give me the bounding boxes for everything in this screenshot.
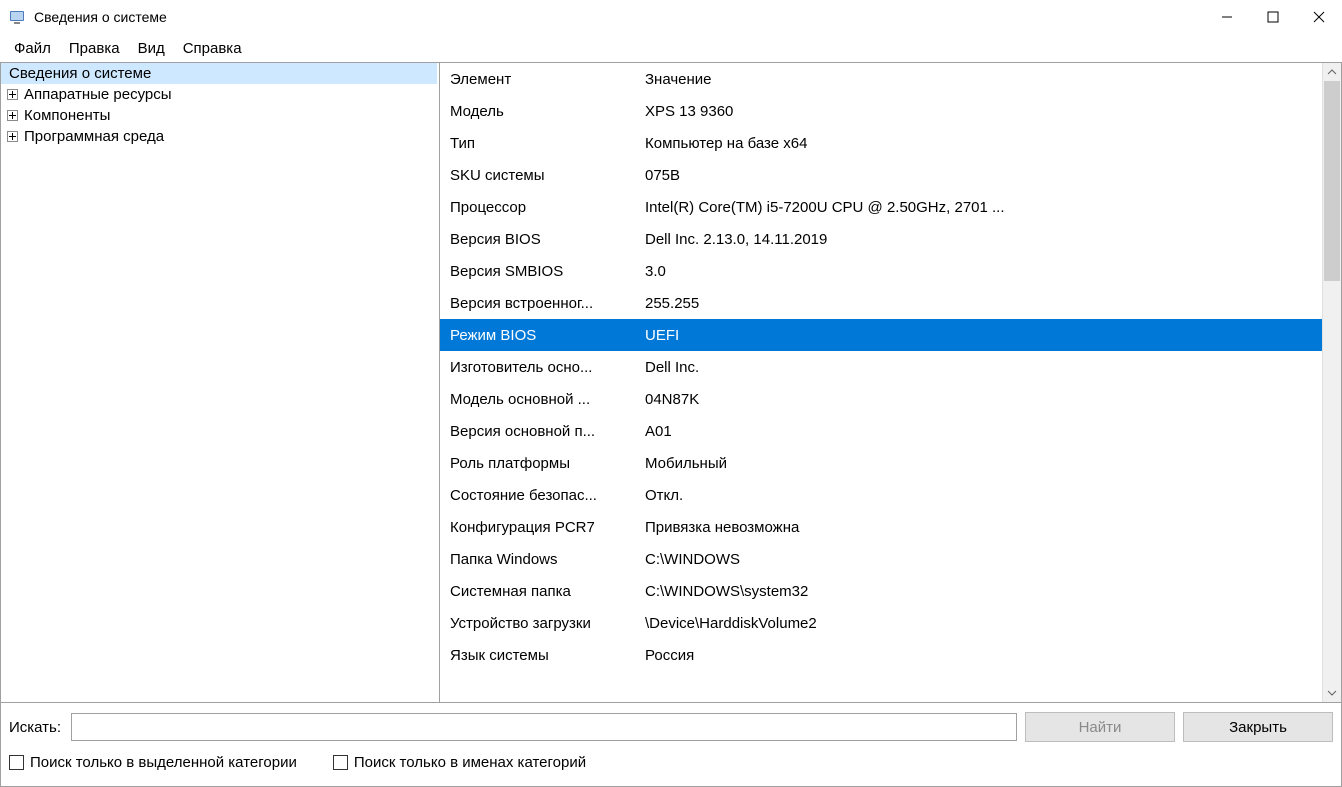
maximize-button[interactable]: [1250, 0, 1296, 34]
column-header[interactable]: Элемент Значение: [440, 63, 1322, 95]
cell-element: Версия BIOS: [450, 231, 645, 248]
list-row[interactable]: Язык системыРоссия: [440, 639, 1322, 671]
menubar: Файл Правка Вид Справка: [0, 34, 1342, 62]
menu-help[interactable]: Справка: [175, 37, 250, 60]
tree-item[interactable]: Аппаратные ресурсы: [1, 84, 439, 105]
menu-file[interactable]: Файл: [6, 37, 59, 60]
category-tree[interactable]: Сведения о системе Аппаратные ресурсы Ком…: [0, 63, 440, 703]
cell-element: Модель основной ...: [450, 391, 645, 408]
list-row[interactable]: Режим BIOSUEFI: [440, 319, 1322, 351]
tree-item[interactable]: Компоненты: [1, 105, 439, 126]
cell-element: Конфигурация PCR7: [450, 519, 645, 536]
list-row[interactable]: Конфигурация PCR7Привязка невозможна: [440, 511, 1322, 543]
cell-element: Устройство загрузки: [450, 615, 645, 632]
menu-view[interactable]: Вид: [130, 37, 173, 60]
search-label: Искать:: [9, 719, 61, 736]
titlebar[interactable]: Сведения о системе: [0, 0, 1342, 34]
list-row[interactable]: Модель основной ...04N87K: [440, 383, 1322, 415]
cell-value: 255.255: [645, 295, 1322, 312]
close-search-button[interactable]: Закрыть: [1183, 712, 1333, 742]
search-input[interactable]: [71, 713, 1017, 741]
tree-item-label: Компоненты: [24, 107, 110, 124]
expand-icon[interactable]: [7, 110, 18, 121]
app-icon: [8, 8, 26, 26]
list-row[interactable]: Версия SMBIOS3.0: [440, 255, 1322, 287]
cell-element: Процессор: [450, 199, 645, 216]
menu-edit[interactable]: Правка: [61, 37, 128, 60]
minimize-button[interactable]: [1204, 0, 1250, 34]
scroll-down-icon[interactable]: [1323, 684, 1341, 702]
scroll-thumb[interactable]: [1324, 81, 1340, 281]
scroll-up-icon[interactable]: [1323, 63, 1341, 81]
cell-element: Папка Windows: [450, 551, 645, 568]
cell-value: \Device\HarddiskVolume2: [645, 615, 1322, 632]
cell-value: Компьютер на базе x64: [645, 135, 1322, 152]
list-row[interactable]: Версия BIOSDell Inc. 2.13.0, 14.11.2019: [440, 223, 1322, 255]
cell-element: Тип: [450, 135, 645, 152]
cell-value: C:\WINDOWS\system32: [645, 583, 1322, 600]
list-row[interactable]: Версия основной п...A01: [440, 415, 1322, 447]
search-panel: Искать: Найти Закрыть Поиск только в выд…: [0, 703, 1342, 787]
checkbox-category-names[interactable]: Поиск только в именах категорий: [333, 754, 586, 771]
content-area: Сведения о системе Аппаратные ресурсы Ком…: [0, 62, 1342, 703]
list-row[interactable]: ТипКомпьютер на базе x64: [440, 127, 1322, 159]
checkbox-icon[interactable]: [333, 755, 348, 770]
checkbox-icon[interactable]: [9, 755, 24, 770]
tree-root[interactable]: Сведения о системе: [1, 63, 437, 84]
tree-item-label: Аппаратные ресурсы: [24, 86, 172, 103]
list-row[interactable]: SKU системы075B: [440, 159, 1322, 191]
cell-value: Привязка невозможна: [645, 519, 1322, 536]
system-info-window: Сведения о системе Файл Правка Вид Справ…: [0, 0, 1342, 787]
header-element[interactable]: Элемент: [450, 71, 645, 88]
cell-element: Состояние безопас...: [450, 487, 645, 504]
cell-value: XPS 13 9360: [645, 103, 1322, 120]
cell-value: Россия: [645, 647, 1322, 664]
checkbox-label: Поиск только в именах категорий: [354, 754, 586, 771]
window-title: Сведения о системе: [34, 9, 167, 25]
cell-value: Откл.: [645, 487, 1322, 504]
list-row[interactable]: Состояние безопас...Откл.: [440, 479, 1322, 511]
checkbox-label: Поиск только в выделенной категории: [30, 754, 297, 771]
cell-value: Мобильный: [645, 455, 1322, 472]
cell-value: Dell Inc.: [645, 359, 1322, 376]
list-row[interactable]: Роль платформыМобильный: [440, 447, 1322, 479]
cell-value: UEFI: [645, 327, 1322, 344]
list-row[interactable]: Папка WindowsC:\WINDOWS: [440, 543, 1322, 575]
cell-element: SKU системы: [450, 167, 645, 184]
cell-element: Режим BIOS: [450, 327, 645, 344]
details-list[interactable]: Элемент Значение МодельXPS 13 9360ТипКом…: [440, 63, 1342, 703]
checkbox-selected-category[interactable]: Поиск только в выделенной категории: [9, 754, 297, 771]
expand-icon[interactable]: [7, 89, 18, 100]
expand-icon[interactable]: [7, 131, 18, 142]
cell-element: Роль платформы: [450, 455, 645, 472]
cell-value: 3.0: [645, 263, 1322, 280]
list-row[interactable]: ПроцессорIntel(R) Core(TM) i5-7200U CPU …: [440, 191, 1322, 223]
cell-value: 075B: [645, 167, 1322, 184]
close-button[interactable]: [1296, 0, 1342, 34]
cell-element: Версия основной п...: [450, 423, 645, 440]
tree-item-label: Программная среда: [24, 128, 164, 145]
header-value[interactable]: Значение: [645, 71, 1322, 88]
cell-element: Версия встроенног...: [450, 295, 645, 312]
list-row[interactable]: Устройство загрузки\Device\HarddiskVolum…: [440, 607, 1322, 639]
vertical-scrollbar[interactable]: [1322, 63, 1341, 702]
cell-value: Dell Inc. 2.13.0, 14.11.2019: [645, 231, 1322, 248]
find-button[interactable]: Найти: [1025, 712, 1175, 742]
tree-item[interactable]: Программная среда: [1, 126, 439, 147]
list-row[interactable]: Системная папкаC:\WINDOWS\system32: [440, 575, 1322, 607]
cell-value: 04N87K: [645, 391, 1322, 408]
cell-element: Версия SMBIOS: [450, 263, 645, 280]
cell-value: A01: [645, 423, 1322, 440]
cell-value: C:\WINDOWS: [645, 551, 1322, 568]
cell-element: Язык системы: [450, 647, 645, 664]
cell-element: Изготовитель осно...: [450, 359, 645, 376]
cell-value: Intel(R) Core(TM) i5-7200U CPU @ 2.50GHz…: [645, 199, 1322, 216]
cell-element: Модель: [450, 103, 645, 120]
cell-element: Системная папка: [450, 583, 645, 600]
list-row[interactable]: МодельXPS 13 9360: [440, 95, 1322, 127]
list-row[interactable]: Изготовитель осно...Dell Inc.: [440, 351, 1322, 383]
list-row[interactable]: Версия встроенног...255.255: [440, 287, 1322, 319]
